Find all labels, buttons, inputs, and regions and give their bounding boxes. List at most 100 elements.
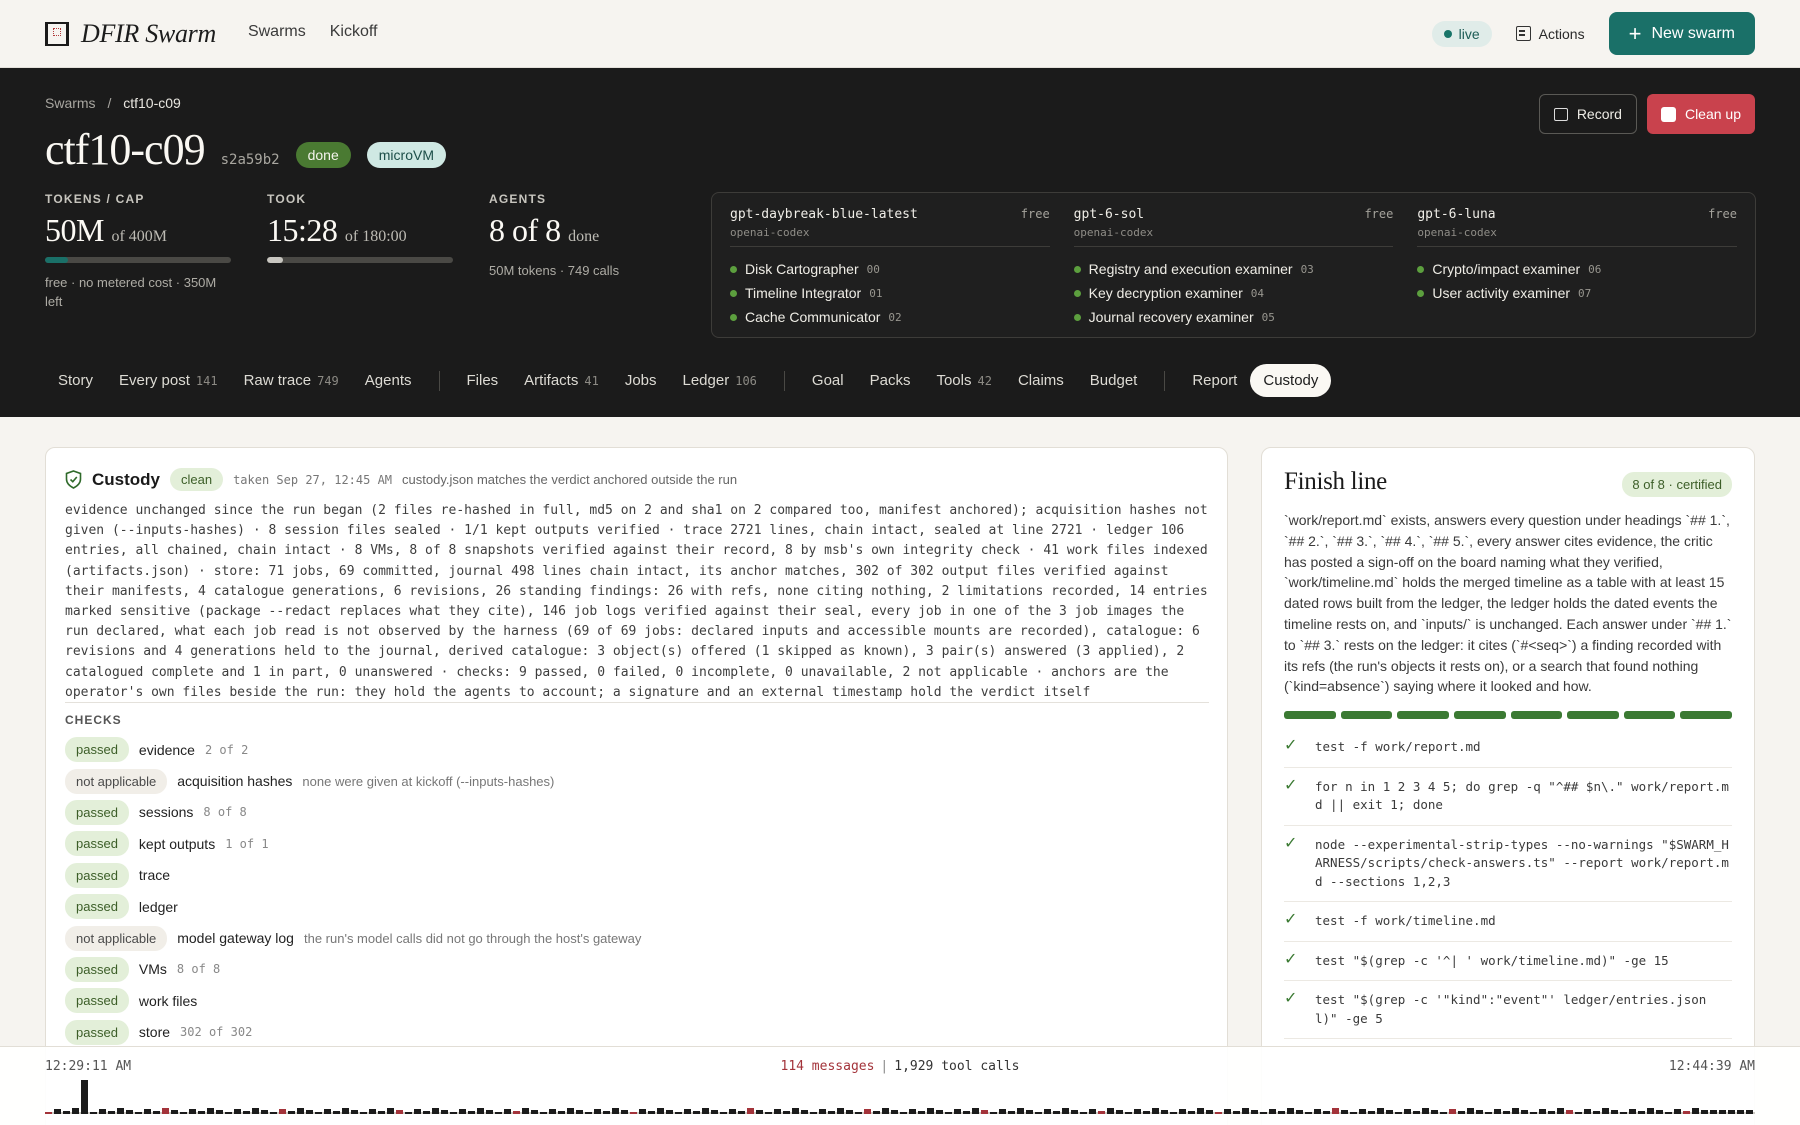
check-icon: ✓ (1284, 950, 1298, 968)
nav-kickoff[interactable]: Kickoff (330, 23, 378, 41)
activity-tick (1440, 1112, 1447, 1114)
agent-item[interactable]: Crypto/impact examiner 06 (1417, 257, 1737, 281)
activity-tick (747, 1108, 754, 1114)
activity-tick (1170, 1112, 1177, 1114)
agent-item[interactable]: Cache Communicator 02 (730, 305, 1050, 329)
activity-tick (1746, 1110, 1753, 1114)
checks-list: passed evidence 2 of 2 not applicable acquis… (65, 734, 641, 1048)
activity-tick (486, 1110, 493, 1114)
command-row: ✓ test "$(grep -c '"kind":"event"' ledger… (1284, 981, 1732, 1039)
activity-tick (549, 1109, 556, 1114)
swarm-header: Swarms / ctf10-c09 ctf10-c09 s2a59b2 don… (0, 68, 1800, 417)
agent-item[interactable]: Disk Cartographer 00 (730, 257, 1050, 281)
activity-tick (153, 1111, 160, 1114)
activity-tick (1242, 1108, 1249, 1114)
check-count: 2 of 2 (204, 742, 249, 757)
activity-tick (1503, 1111, 1510, 1114)
tab-goal[interactable]: Goal (799, 364, 857, 397)
progress-segment (1680, 711, 1732, 719)
breadcrumb-separator: / (107, 95, 112, 111)
activity-tick (1710, 1110, 1717, 1114)
tab-tools[interactable]: Tools 42 (923, 364, 1004, 397)
breadcrumb-swarms[interactable]: Swarms (45, 95, 96, 111)
record-button[interactable]: Record (1538, 94, 1637, 134)
custody-card: Custody clean taken Sep 27, 12:45 AM cus… (45, 447, 1228, 1125)
activity-timeline[interactable] (45, 1079, 1755, 1115)
activity-tick (1152, 1108, 1159, 1114)
agent-item[interactable]: Registry and execution examiner 03 (1073, 257, 1394, 281)
tab-budget[interactable]: Budget (1077, 364, 1151, 397)
agent-status-icon (1417, 289, 1425, 297)
activity-tick (261, 1110, 268, 1114)
live-label: live (1458, 25, 1480, 42)
tab-agents[interactable]: Agents (352, 364, 425, 397)
activity-tick (396, 1110, 403, 1114)
tab-claims[interactable]: Claims (1005, 364, 1077, 397)
custody-note: custody.json matches the verdict anchore… (402, 472, 738, 487)
tab-ledger[interactable]: Ledger 106 (670, 364, 770, 397)
custody-status-badge: clean (170, 468, 224, 491)
progress-segment (1453, 711, 1506, 719)
activity-tick (1476, 1110, 1483, 1114)
tokens-cap: of 400M (111, 228, 168, 245)
tab-packs[interactable]: Packs (857, 364, 924, 397)
activity-tick (855, 1112, 862, 1114)
actions-button[interactable]: Actions (1506, 20, 1595, 48)
activity-tick (1449, 1109, 1456, 1114)
tokens-value: 50M (45, 212, 104, 248)
activity-tick (999, 1109, 1006, 1114)
tab-report[interactable]: Report (1179, 364, 1250, 397)
stop-icon (1660, 106, 1676, 122)
tab-label: Tools (936, 372, 972, 389)
finish-title: Finish line (1284, 468, 1387, 495)
model-name: gpt-6-luna (1417, 207, 1496, 222)
tab-label: Ledger (682, 372, 730, 389)
check-count: 8 of 8 (176, 962, 221, 977)
check-icon: ✓ (1284, 737, 1298, 754)
tab-story[interactable]: Story (45, 364, 106, 397)
tool-call-count[interactable]: 1,929 tool calls (894, 1059, 1019, 1074)
activity-tick (1296, 1110, 1303, 1114)
tab-files[interactable]: Files (454, 364, 512, 397)
tab-artifacts[interactable]: Artifacts 41 (511, 364, 612, 397)
new-swarm-button[interactable]: + New swarm (1608, 12, 1755, 55)
agent-number: 03 (1300, 262, 1314, 276)
tab-every-post[interactable]: Every post 141 (106, 364, 231, 397)
agent-item[interactable]: Key decryption examiner 04 (1073, 281, 1394, 305)
agent-name: Timeline Integrator (745, 285, 862, 301)
message-count[interactable]: 114 messages (781, 1059, 875, 1074)
agent-item[interactable]: Timeline Integrator 01 (730, 281, 1050, 305)
took-limit: of 180:00 (344, 228, 407, 245)
agent-item[interactable]: User activity examiner 07 (1417, 281, 1737, 305)
nav-swarms[interactable]: Swarms (248, 23, 306, 41)
activity-tick (873, 1111, 880, 1114)
activity-tick (1269, 1109, 1276, 1114)
activity-tick (288, 1111, 295, 1114)
activity-tick (945, 1112, 952, 1114)
tab-count: 749 (317, 374, 339, 388)
activity-tick (1656, 1110, 1663, 1114)
activity-tick (477, 1108, 484, 1114)
agent-item[interactable]: Journal recovery examiner 05 (1073, 305, 1394, 329)
check-name: work files (138, 992, 198, 1009)
activity-tick (1062, 1108, 1069, 1114)
activity-tick (900, 1112, 907, 1114)
divider (65, 702, 1209, 703)
agent-name: User activity examiner (1432, 285, 1571, 301)
check-status-badge: passed (65, 956, 129, 982)
activity-tick (117, 1108, 124, 1114)
tab-jobs[interactable]: Jobs (612, 364, 670, 397)
activity-tick (351, 1110, 358, 1114)
clean-up-button[interactable]: Clean up (1646, 94, 1755, 134)
timeline-end: 12:44:39 AM (1668, 1059, 1755, 1074)
activity-tick (1188, 1111, 1195, 1114)
tab-label: Packs (869, 372, 911, 389)
tab-raw-trace[interactable]: Raw trace 749 (231, 364, 352, 397)
check-status-badge: not applicable (65, 768, 168, 794)
tab-custody[interactable]: Custody (1250, 364, 1332, 397)
activity-tick (423, 1111, 430, 1114)
activity-tick (54, 1109, 61, 1114)
brand-logo[interactable]: DFIR Swarm (45, 19, 216, 49)
breadcrumb-current: ctf10-c09 (123, 95, 181, 111)
activity-tick (1305, 1112, 1312, 1114)
